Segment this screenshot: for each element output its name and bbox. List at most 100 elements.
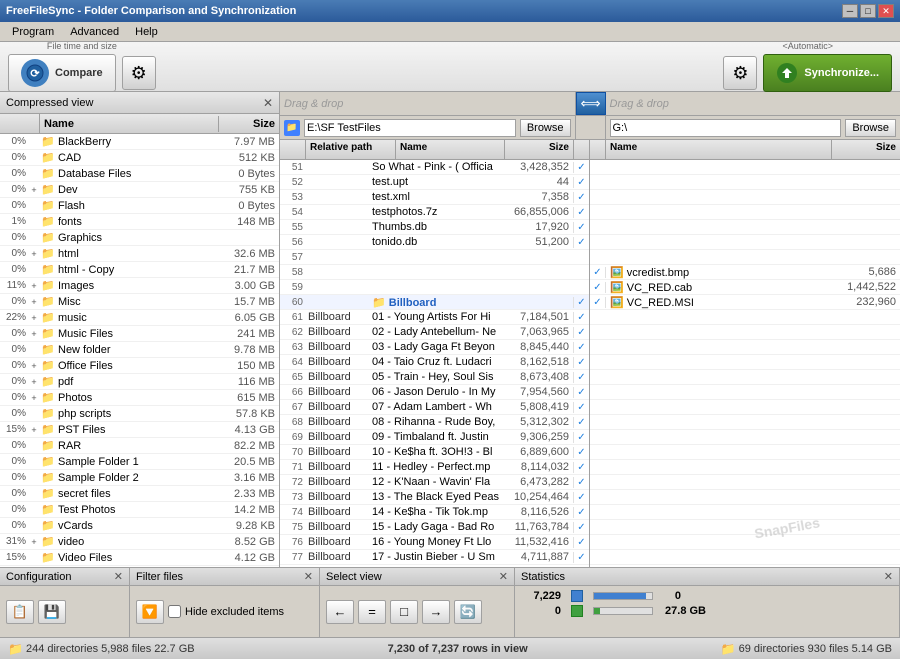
config-close[interactable]: ✕	[114, 570, 123, 583]
view-btn-4[interactable]: →	[422, 600, 450, 624]
file-row[interactable]: 53 test.xml 7,358 ✓	[280, 190, 589, 205]
left-browse-button[interactable]: Browse	[520, 119, 571, 137]
file-row[interactable]: 63 Billboard 03 - Lady Gaga Ft Beyon 8,8…	[280, 340, 589, 355]
file-row[interactable]: 66 Billboard 06 - Jason Derulo - In My 7…	[280, 385, 589, 400]
left-path-input[interactable]	[304, 119, 516, 137]
tree-row[interactable]: 0% 📁 BlackBerry 7.97 MB	[0, 134, 279, 150]
tree-expand[interactable]: +	[28, 393, 40, 403]
hide-excluded-checkbox[interactable]	[168, 605, 181, 618]
sync-arrow-23[interactable]: ✓	[573, 507, 589, 518]
file-row[interactable]: 60 📁 Billboard ✓	[280, 295, 589, 310]
tree-row[interactable]: 31% + 📁 video 8.52 GB	[0, 534, 279, 550]
tree-row[interactable]: 0% 📁 php scripts 57.8 KB	[0, 406, 279, 422]
file-row[interactable]: 73 Billboard 13 - The Black Eyed Peas 10…	[280, 490, 589, 505]
minimize-button[interactable]: ─	[842, 4, 858, 18]
right-sync-arrow[interactable]: ✓	[590, 267, 606, 278]
tree-row[interactable]: 0% 📁 vistaicons 8.00 KB	[0, 566, 279, 567]
file-row[interactable]: 64 Billboard 04 - Taio Cruz ft. Ludacri …	[280, 355, 589, 370]
tree-row[interactable]: 0% + 📁 html 32.6 MB	[0, 246, 279, 262]
tree-row[interactable]: 0% + 📁 Dev 755 KB	[0, 182, 279, 198]
tree-expand[interactable]: +	[28, 249, 40, 259]
file-row[interactable]: 54 testphotos.7z 66,855,006 ✓	[280, 205, 589, 220]
tree-row[interactable]: 15% 📁 Video Files 4.12 GB	[0, 550, 279, 566]
tree-row[interactable]: 0% + 📁 Office Files 150 MB	[0, 358, 279, 374]
tree-row[interactable]: 0% 📁 html - Copy 21.7 MB	[0, 262, 279, 278]
file-row[interactable]: 56 tonido.db 51,200 ✓	[280, 235, 589, 250]
tree-row[interactable]: 11% + 📁 Images 3.00 GB	[0, 278, 279, 294]
tree-row[interactable]: 0% 📁 vCards 9.28 KB	[0, 518, 279, 534]
sync-arrow-0[interactable]: ✓	[573, 162, 589, 173]
menu-program[interactable]: Program	[4, 24, 62, 40]
file-row[interactable]: 74 Billboard 14 - Ke$ha - Tik Tok.mp 8,1…	[280, 505, 589, 520]
tree-row[interactable]: 15% + 📁 PST Files 4.13 GB	[0, 422, 279, 438]
sync-arrow-19[interactable]: ✓	[573, 447, 589, 458]
tree-row[interactable]: 0% + 📁 Misc 15.7 MB	[0, 294, 279, 310]
file-row[interactable]: 58	[280, 265, 589, 280]
sync-settings-button[interactable]: ⚙	[723, 56, 757, 90]
sync-arrow-16[interactable]: ✓	[573, 402, 589, 413]
sync-arrow-15[interactable]: ✓	[573, 387, 589, 398]
file-row[interactable]: 68 Billboard 08 - Rihanna - Rude Boy, 5,…	[280, 415, 589, 430]
tree-expand[interactable]: +	[28, 425, 40, 435]
sync-arrow-9[interactable]: ✓	[573, 297, 589, 308]
sync-arrow-21[interactable]: ✓	[573, 477, 589, 488]
tree-row[interactable]: 0% 📁 secret files 2.33 MB	[0, 486, 279, 502]
tree-expand[interactable]: +	[28, 281, 40, 291]
view-btn-5[interactable]: 🔄	[454, 600, 482, 624]
file-row[interactable]: 61 Billboard 01 - Young Artists For Hi 7…	[280, 310, 589, 325]
sync-arrow-25[interactable]: ✓	[573, 537, 589, 548]
sync-arrow-20[interactable]: ✓	[573, 462, 589, 473]
sync-arrow-2[interactable]: ✓	[573, 192, 589, 203]
sync-arrow-1[interactable]: ✓	[573, 177, 589, 188]
synchronize-button[interactable]: Synchronize...	[763, 54, 892, 92]
sync-arrow-3[interactable]: ✓	[573, 207, 589, 218]
sync-arrow-14[interactable]: ✓	[573, 372, 589, 383]
right-file-row[interactable]: ✓ 🖼️ VC_RED.cab 1,442,522	[590, 280, 900, 295]
tree-expand[interactable]: +	[28, 537, 40, 547]
view-btn-1[interactable]: ←	[326, 600, 354, 624]
compare-button[interactable]: ⟳ Compare	[8, 54, 116, 92]
file-row[interactable]: 75 Billboard 15 - Lady Gaga - Bad Ro 11,…	[280, 520, 589, 535]
file-row[interactable]: 52 test.upt 44 ✓	[280, 175, 589, 190]
file-row[interactable]: 62 Billboard 02 - Lady Antebellum- Ne 7,…	[280, 325, 589, 340]
left-panel-close[interactable]: ✕	[263, 96, 273, 110]
select-close[interactable]: ✕	[499, 570, 508, 583]
left-tree[interactable]: 0% 📁 BlackBerry 7.97 MB 0% 📁 CAD 512 KB …	[0, 134, 279, 567]
tree-expand[interactable]: +	[28, 377, 40, 387]
sync-arrow-11[interactable]: ✓	[573, 327, 589, 338]
sync-arrow-18[interactable]: ✓	[573, 432, 589, 443]
maximize-button[interactable]: □	[860, 4, 876, 18]
right-sync-arrow[interactable]: ✓	[590, 282, 606, 293]
tree-row[interactable]: 0% 📁 New folder 9.78 MB	[0, 342, 279, 358]
file-row[interactable]: 78 Billboard 18 - Timbaland ft. Katy P 1…	[280, 565, 589, 567]
sync-arrow-4[interactable]: ✓	[573, 222, 589, 233]
tree-row[interactable]: 0% 📁 Database Files 0 Bytes	[0, 166, 279, 182]
tree-row[interactable]: 0% 📁 RAR 82.2 MB	[0, 438, 279, 454]
sync-arrow-10[interactable]: ✓	[573, 312, 589, 323]
tree-row[interactable]: 0% 📁 Sample Folder 1 20.5 MB	[0, 454, 279, 470]
right-sync-arrow[interactable]: ✓	[590, 297, 606, 308]
tree-row[interactable]: 0% + 📁 pdf 116 MB	[0, 374, 279, 390]
sync-arrow-26[interactable]: ✓	[573, 552, 589, 563]
compare-settings-button[interactable]: ⚙	[122, 56, 156, 90]
file-row[interactable]: 55 Thumbs.db 17,920 ✓	[280, 220, 589, 235]
file-row[interactable]: 67 Billboard 07 - Adam Lambert - Wh 5,80…	[280, 400, 589, 415]
tree-row[interactable]: 1% 📁 fonts 148 MB	[0, 214, 279, 230]
file-row[interactable]: 70 Billboard 10 - Ke$ha ft. 3OH!3 - Bl 6…	[280, 445, 589, 460]
tree-row[interactable]: 0% 📁 Flash 0 Bytes	[0, 198, 279, 214]
tree-expand[interactable]: +	[28, 313, 40, 323]
config-btn-1[interactable]: 📋	[6, 600, 34, 624]
sync-arrow-5[interactable]: ✓	[573, 237, 589, 248]
file-row[interactable]: 69 Billboard 09 - Timbaland ft. Justin 9…	[280, 430, 589, 445]
sync-arrow-17[interactable]: ✓	[573, 417, 589, 428]
file-row[interactable]: 71 Billboard 11 - Hedley - Perfect.mp 8,…	[280, 460, 589, 475]
tree-row[interactable]: 0% 📁 Sample Folder 2 3.16 MB	[0, 470, 279, 486]
tree-row[interactable]: 0% 📁 CAD 512 KB	[0, 150, 279, 166]
file-row[interactable]: 65 Billboard 05 - Train - Hey, Soul Sis …	[280, 370, 589, 385]
tree-expand[interactable]: +	[28, 329, 40, 339]
file-row[interactable]: 51 So What - Pink - ( Officia 3,428,352 …	[280, 160, 589, 175]
right-file-row[interactable]: ✓ 🖼️ vcredist.bmp 5,686	[590, 265, 900, 280]
tree-row[interactable]: 0% 📁 Test Photos 14.2 MB	[0, 502, 279, 518]
filter-close[interactable]: ✕	[304, 570, 313, 583]
file-row[interactable]: 72 Billboard 12 - K'Naan - Wavin' Fla 6,…	[280, 475, 589, 490]
